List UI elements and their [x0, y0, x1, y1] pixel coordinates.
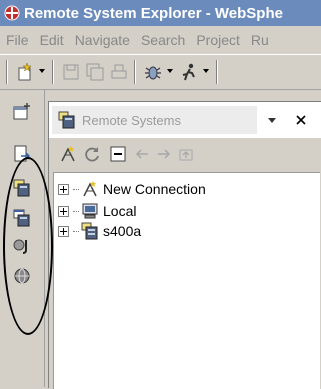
- menu-search[interactable]: Search: [135, 32, 190, 48]
- iseries-projects-perspective-icon[interactable]: [12, 208, 32, 228]
- menu-project[interactable]: Project: [190, 32, 245, 48]
- remote-system-perspective-icon[interactable]: [12, 178, 32, 198]
- up-level-icon[interactable]: [175, 143, 197, 165]
- save-icon[interactable]: [60, 61, 82, 83]
- tree-item-new-connection[interactable]: New Connection: [58, 179, 206, 199]
- view-tab-bar: Remote Systems: [49, 102, 321, 138]
- remote-systems-view: Remote Systems New Connection Local s400…: [48, 101, 321, 389]
- perspective-bar: [0, 90, 45, 387]
- menu-edit[interactable]: Edit: [34, 32, 69, 48]
- new-connection-icon: [81, 180, 99, 198]
- tree-item-s400a[interactable]: s400a: [58, 221, 141, 241]
- back-arrow-icon[interactable]: [131, 143, 153, 165]
- websphere-app-icon: [4, 5, 20, 21]
- iseries-system-icon: [81, 222, 99, 240]
- debug-icon[interactable]: [142, 61, 164, 83]
- menu-file[interactable]: File: [0, 32, 34, 48]
- chevron-down-icon[interactable]: [202, 67, 210, 75]
- tree-item-local[interactable]: Local: [58, 201, 136, 221]
- expand-icon[interactable]: [58, 225, 69, 237]
- open-perspective-icon[interactable]: [12, 102, 32, 122]
- toolbar-separator: [134, 60, 136, 84]
- save-all-icon[interactable]: [84, 61, 106, 83]
- toolbar-separator: [52, 60, 54, 84]
- java-perspective-icon[interactable]: [12, 236, 32, 256]
- view-menu-chevron-icon[interactable]: [267, 117, 277, 125]
- run-icon[interactable]: [178, 61, 200, 83]
- title-bar: Remote System Explorer - WebSphe: [0, 0, 321, 26]
- chevron-down-icon[interactable]: [38, 67, 46, 75]
- refresh-icon[interactable]: [81, 143, 103, 165]
- toolbar-separator: [6, 60, 8, 84]
- remote-systems-icon: [58, 111, 76, 129]
- web-perspective-icon[interactable]: [12, 266, 32, 286]
- remote-systems-tree: New Connection Local s400a: [53, 172, 320, 389]
- view-title: Remote Systems: [82, 112, 181, 128]
- define-connection-icon[interactable]: [57, 143, 79, 165]
- close-icon[interactable]: [296, 115, 306, 125]
- collapse-all-icon[interactable]: [107, 143, 129, 165]
- menu-navigate[interactable]: Navigate: [69, 32, 135, 48]
- tab-remote-systems[interactable]: Remote Systems: [52, 106, 257, 134]
- view-toolbar: [49, 139, 321, 169]
- local-computer-icon: [81, 202, 99, 220]
- menu-run[interactable]: Ru: [245, 32, 274, 48]
- print-icon[interactable]: [108, 61, 130, 83]
- tree-item-label: New Connection: [103, 181, 206, 197]
- chevron-down-icon[interactable]: [166, 67, 174, 75]
- menu-bar: File Edit Navigate Search Project Ru: [0, 26, 321, 55]
- forward-arrow-icon[interactable]: [153, 143, 175, 165]
- main-toolbar: [0, 55, 321, 90]
- expand-icon[interactable]: [58, 205, 69, 217]
- window-title: Remote System Explorer - WebSphe: [24, 4, 283, 22]
- expand-icon[interactable]: [58, 183, 69, 195]
- tree-item-label: s400a: [103, 223, 142, 239]
- new-wizard-icon[interactable]: [14, 61, 36, 83]
- resource-perspective-icon[interactable]: [12, 144, 32, 164]
- tree-item-label: Local: [103, 203, 137, 219]
- toolbar-separator: [216, 60, 218, 84]
